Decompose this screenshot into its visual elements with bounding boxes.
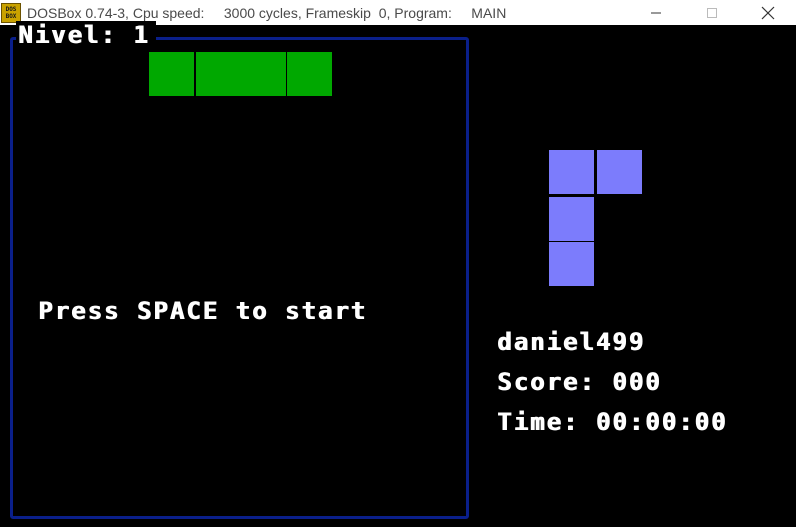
next-piece-cell (597, 150, 642, 194)
playfield-border (10, 37, 469, 519)
window-title: DOSBox 0.74-3, Cpu speed: 3000 cycles, F… (27, 4, 507, 21)
window-controls (628, 0, 796, 25)
maximize-icon (707, 7, 717, 18)
time-display: Time: 00:00:00 (497, 408, 728, 436)
next-piece-cell (549, 242, 594, 286)
game-screen[interactable]: Nivel: 1 Press SPACE to start daniel499 … (0, 21, 796, 527)
dosbox-icon: DOS BOX (1, 2, 21, 23)
close-icon (761, 6, 775, 19)
next-piece-cell (549, 150, 594, 194)
close-button[interactable] (740, 0, 796, 25)
current-piece-cell (196, 52, 241, 96)
icon-text-bottom: BOX (5, 12, 17, 20)
current-piece-cell (241, 52, 286, 96)
current-piece-cell (149, 52, 194, 96)
minimize-button[interactable] (628, 0, 684, 25)
next-piece-cell (549, 197, 594, 241)
score-display: Score: 000 (497, 368, 662, 396)
maximize-button[interactable] (684, 0, 740, 25)
player-name: daniel499 (497, 328, 646, 356)
dosbox-window: DOS BOX DOSBox 0.74-3, Cpu speed: 3000 c… (0, 0, 796, 527)
icon-text-top: DOS (5, 5, 17, 13)
current-piece-cell (287, 52, 332, 96)
minimize-icon (651, 12, 661, 13)
level-label: Nivel: 1 (16, 21, 156, 49)
start-message: Press SPACE to start (38, 297, 367, 325)
